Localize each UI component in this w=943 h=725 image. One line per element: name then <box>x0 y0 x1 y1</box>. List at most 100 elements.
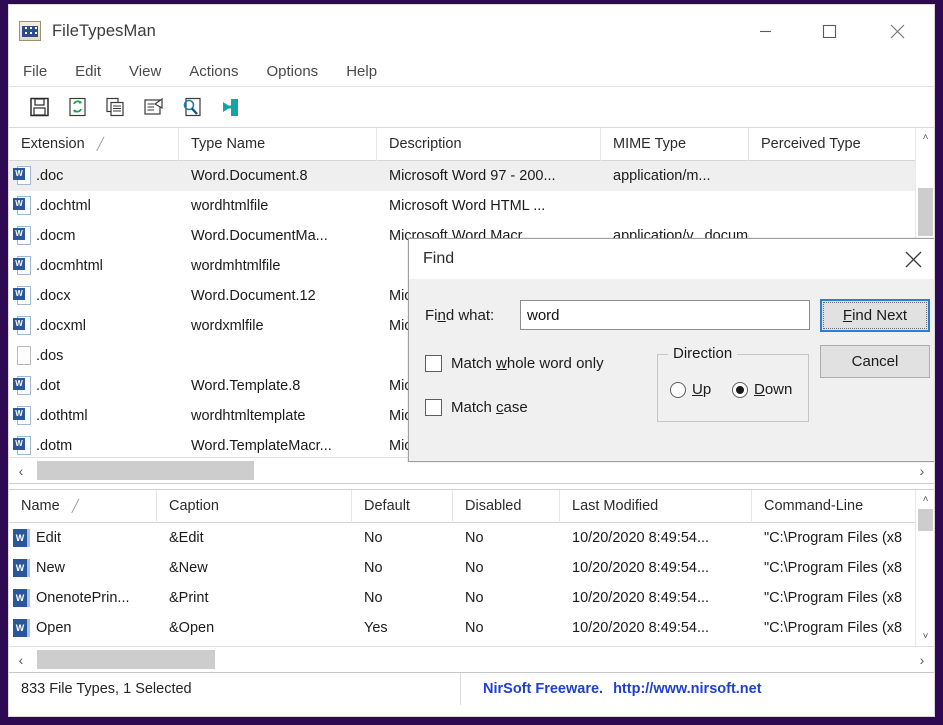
column-header-caption[interactable]: Caption <box>157 490 352 523</box>
table-row[interactable]: W Edit &Edit No No 10/20/2020 8:49:54... "C:\P… <box>9 523 934 553</box>
checkbox-box <box>425 355 442 372</box>
maximize-button[interactable] <box>798 5 860 57</box>
menu-item-options[interactable]: Options <box>266 63 318 80</box>
cell-disabled: No <box>465 530 484 546</box>
menu-item-help[interactable]: Help <box>346 63 377 80</box>
blank-doc-icon: W <box>13 346 31 366</box>
mww-accel: w <box>496 355 507 372</box>
window-title: FileTypesMan <box>52 21 156 40</box>
column-label-description: Description <box>389 136 462 152</box>
column-header-perceived-type[interactable]: Perceived Type <box>749 128 917 161</box>
cell-disabled: No <box>465 620 484 636</box>
find-dialog-title: Find <box>423 250 455 267</box>
column-label-command-line: Command-Line <box>764 498 864 514</box>
lower-scroll-up-button[interactable]: ˄ <box>916 490 934 509</box>
find-what-label-post: d what: <box>445 307 495 324</box>
cell-description: Microsoft Word 97 - 200... <box>389 168 556 184</box>
column-header-description[interactable]: Description <box>377 128 601 161</box>
column-header-default[interactable]: Default <box>352 490 453 523</box>
cell-name: W OnenotePrin... <box>9 589 157 607</box>
lower-scroll-down-button[interactable]: ˅ <box>916 627 934 646</box>
exit-button[interactable] <box>217 94 243 120</box>
match-whole-word-checkbox[interactable]: Match whole word only <box>425 355 604 372</box>
table-row[interactable]: W .doc Word.Document.8 Microsoft Word 97 - … <box>9 161 934 191</box>
copy-button[interactable] <box>103 94 129 120</box>
word-docx-icon: W <box>13 286 31 306</box>
table-row[interactable]: W .dochtml wordhtmlfile Microsoft Word HTML… <box>9 191 934 221</box>
cell-extension: W .docmhtml <box>9 256 179 276</box>
lower-vertical-scrollbar[interactable]: ˄ ˅ <box>915 490 934 646</box>
column-header-command-line[interactable]: Command-Line <box>752 490 917 523</box>
pane-splitter[interactable] <box>9 483 934 490</box>
column-label-extension: Extension <box>21 136 85 152</box>
cell-text-name: New <box>36 560 66 576</box>
direction-up-radio[interactable]: Up <box>670 381 711 398</box>
table-row[interactable]: W OnenotePrin... &Print No No 10/20/2020 8:49… <box>9 583 934 613</box>
cell-extension: W .docx <box>9 286 179 306</box>
menu-item-view[interactable]: View <box>129 63 161 80</box>
column-label-caption: Caption <box>169 498 219 514</box>
column-header-last-modified[interactable]: Last Modified <box>560 490 752 523</box>
cell-default: No <box>364 590 383 606</box>
scroll-up-button[interactable]: ˄ <box>916 128 934 147</box>
cell-type_name: Word.Template.8 <box>191 378 301 394</box>
menu-item-file[interactable]: File <box>23 63 47 80</box>
status-nirsoft-link[interactable]: NirSoft Freeware. http://www.nirsoft.net <box>461 681 762 697</box>
lower-scroll-left-button[interactable]: ‹ <box>9 647 33 672</box>
lower-hscroll-thumb[interactable] <box>37 650 215 669</box>
lower-scroll-right-button[interactable]: › <box>910 647 934 672</box>
upper-hscroll-thumb[interactable] <box>37 461 254 480</box>
lower-horizontal-scrollbar[interactable]: ‹ › <box>9 646 934 672</box>
save-button[interactable] <box>27 94 53 120</box>
upper-scroll-left-button[interactable]: ‹ <box>9 458 33 483</box>
status-url-text[interactable]: http://www.nirsoft.net <box>613 681 761 697</box>
word-html-icon: W <box>13 196 31 216</box>
table-row[interactable]: W Open &Open Yes No 10/20/2020 8:49:54... "C:\… <box>9 613 934 643</box>
direction-group: Direction Up Down <box>657 345 809 422</box>
cell-type_name: wordhtmltemplate <box>191 408 306 424</box>
cell-type_name: Word.Document.8 <box>191 168 308 184</box>
find-button[interactable] <box>179 94 205 120</box>
find-what-label: Find what: <box>425 307 494 324</box>
checkbox-box <box>425 399 442 416</box>
cell-text-extension: .docmhtml <box>36 258 103 274</box>
minimize-button[interactable] <box>734 5 796 57</box>
find-what-input[interactable] <box>520 300 810 330</box>
column-header-extension[interactable]: Extension ╱ <box>9 128 179 161</box>
radio-circle <box>670 381 686 398</box>
find-next-button[interactable]: Find Next <box>820 299 930 332</box>
column-header-name[interactable]: Name ╱ <box>9 490 157 523</box>
cancel-button[interactable]: Cancel <box>820 345 930 378</box>
match-case-checkbox[interactable]: Match case <box>425 399 528 416</box>
column-header-disabled[interactable]: Disabled <box>453 490 560 523</box>
toolbar <box>9 87 934 128</box>
close-button[interactable] <box>866 5 928 57</box>
properties-button[interactable] <box>141 94 167 120</box>
column-header-mime-type[interactable]: MIME Type <box>601 128 749 161</box>
actions-list[interactable]: Name ╱ Caption Default Disabled Last Modi… <box>9 490 934 646</box>
upper-scroll-thumb[interactable] <box>918 188 933 236</box>
cell-caption: &Edit <box>169 530 204 546</box>
find-dialog-close-button[interactable] <box>890 239 934 279</box>
filetypesman-window: FileTypesMan File Edit View Actions Opti… <box>8 4 935 717</box>
cell-name: W Open <box>9 619 157 637</box>
cell-extension: W .dothtml <box>9 406 179 426</box>
word-xml-icon: W <box>13 316 31 336</box>
column-label-disabled: Disabled <box>465 498 522 514</box>
mww-post: hole word only <box>506 355 604 372</box>
cell-type_name: Word.Document.12 <box>191 288 316 304</box>
direction-up-label: Up <box>692 381 711 398</box>
cell-text-extension: .dot <box>36 378 61 394</box>
column-header-type-name[interactable]: Type Name <box>179 128 377 161</box>
refresh-button[interactable] <box>65 94 91 120</box>
table-row[interactable]: W New &New No No 10/20/2020 8:49:54... "C:\Pro… <box>9 553 934 583</box>
lower-scroll-thumb[interactable] <box>918 509 933 531</box>
menu-item-actions[interactable]: Actions <box>189 63 238 80</box>
status-file-count: 833 File Types, 1 Selected <box>9 672 461 705</box>
word-mhtml-icon: W <box>13 256 31 276</box>
direction-down-radio[interactable]: Down <box>732 381 792 398</box>
word-action-icon: W <box>13 589 30 607</box>
cell-command_line: "C:\Program Files (x8 <box>764 620 903 636</box>
cell-text-extension: .doc <box>36 168 64 184</box>
menu-item-edit[interactable]: Edit <box>75 63 101 80</box>
